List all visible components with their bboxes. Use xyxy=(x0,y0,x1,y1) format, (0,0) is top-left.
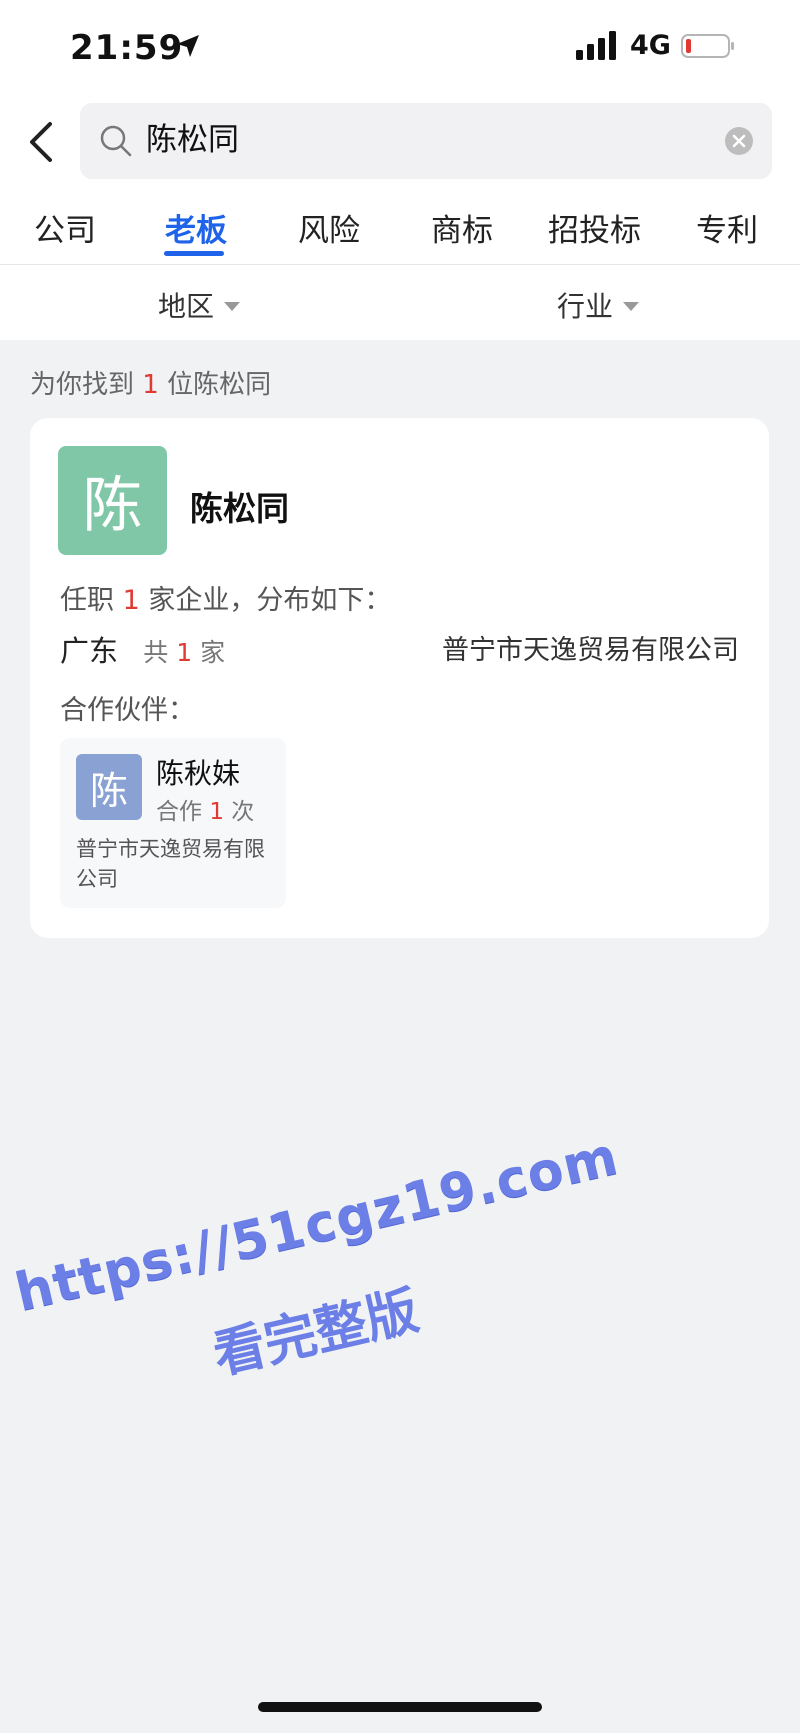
filter-industry[interactable]: 行业 xyxy=(557,285,640,325)
watermark-text: 看完整版 xyxy=(207,1280,425,1387)
filter-region[interactable]: 地区 xyxy=(158,285,241,325)
tab-bidding[interactable]: 招投标 xyxy=(548,205,641,250)
watermark: https://51cgz19.com 看完整版 xyxy=(0,1126,624,1415)
battery-low-icon xyxy=(681,34,734,58)
partner-name: 陈秋妹 xyxy=(156,757,241,790)
company-link[interactable]: 普宁市天逸贸易有限公司 xyxy=(442,628,739,667)
category-tabs: 公司 老板 风险 商标 招投标 专利 xyxy=(0,195,800,265)
person-name: 陈松同 xyxy=(190,489,289,528)
avatar: 陈 xyxy=(58,446,167,555)
clear-icon[interactable] xyxy=(724,126,754,156)
province-row: 广东 共 1 家 xyxy=(60,628,225,670)
province-name: 广东 xyxy=(60,634,119,668)
back-chevron-icon[interactable] xyxy=(24,118,60,166)
active-tab-indicator xyxy=(164,251,224,256)
partner-avatar: 陈 xyxy=(76,754,142,820)
caret-down-icon xyxy=(623,301,640,311)
search-query: 陈松同 xyxy=(146,122,239,158)
caret-down-icon xyxy=(224,301,241,311)
tab-boss[interactable]: 老板 xyxy=(165,205,227,250)
partner-card[interactable]: 陈 陈秋妹 合作 1 次 普宁市天逸贸易有限公司 xyxy=(60,738,286,908)
network-type: 4G xyxy=(630,30,671,61)
filter-region-label: 地区 xyxy=(158,290,215,323)
partner-company: 普宁市天逸贸易有限公司 xyxy=(76,837,265,891)
search-input[interactable]: 陈松同 xyxy=(80,103,772,179)
home-indicator[interactable] xyxy=(258,1702,542,1712)
tab-patent[interactable]: 专利 xyxy=(696,205,758,250)
status-bar: 21:59 4G xyxy=(0,0,800,96)
person-card[interactable]: 陈 陈松同 任职 1 家企业，分布如下： 广东 共 1 家 普宁市天逸贸易有限公… xyxy=(30,418,769,938)
status-time: 21:59 xyxy=(70,28,184,68)
divider xyxy=(0,264,800,265)
tab-company[interactable]: 公司 xyxy=(34,205,96,250)
partner-coop-count: 合作 1 次 xyxy=(156,799,255,825)
jobs-summary: 任职 1 家企业，分布如下： xyxy=(60,585,392,616)
tab-risk[interactable]: 风险 xyxy=(298,205,360,250)
filter-industry-label: 行业 xyxy=(557,290,614,323)
location-arrow-icon xyxy=(177,35,199,57)
province-count: 共 1 家 xyxy=(143,638,226,667)
tab-trademark[interactable]: 商标 xyxy=(431,205,493,250)
partners-label: 合作伙伴： xyxy=(60,695,195,726)
signal-bars-icon xyxy=(576,31,616,60)
result-count: 为你找到 1 位陈松同 xyxy=(30,370,272,400)
search-icon xyxy=(100,125,132,157)
result-count-number: 1 xyxy=(142,370,159,400)
header-area: 21:59 4G 陈松同 公司 老板 风险 商标 招投标 专利 地区 行业 xyxy=(0,0,800,340)
